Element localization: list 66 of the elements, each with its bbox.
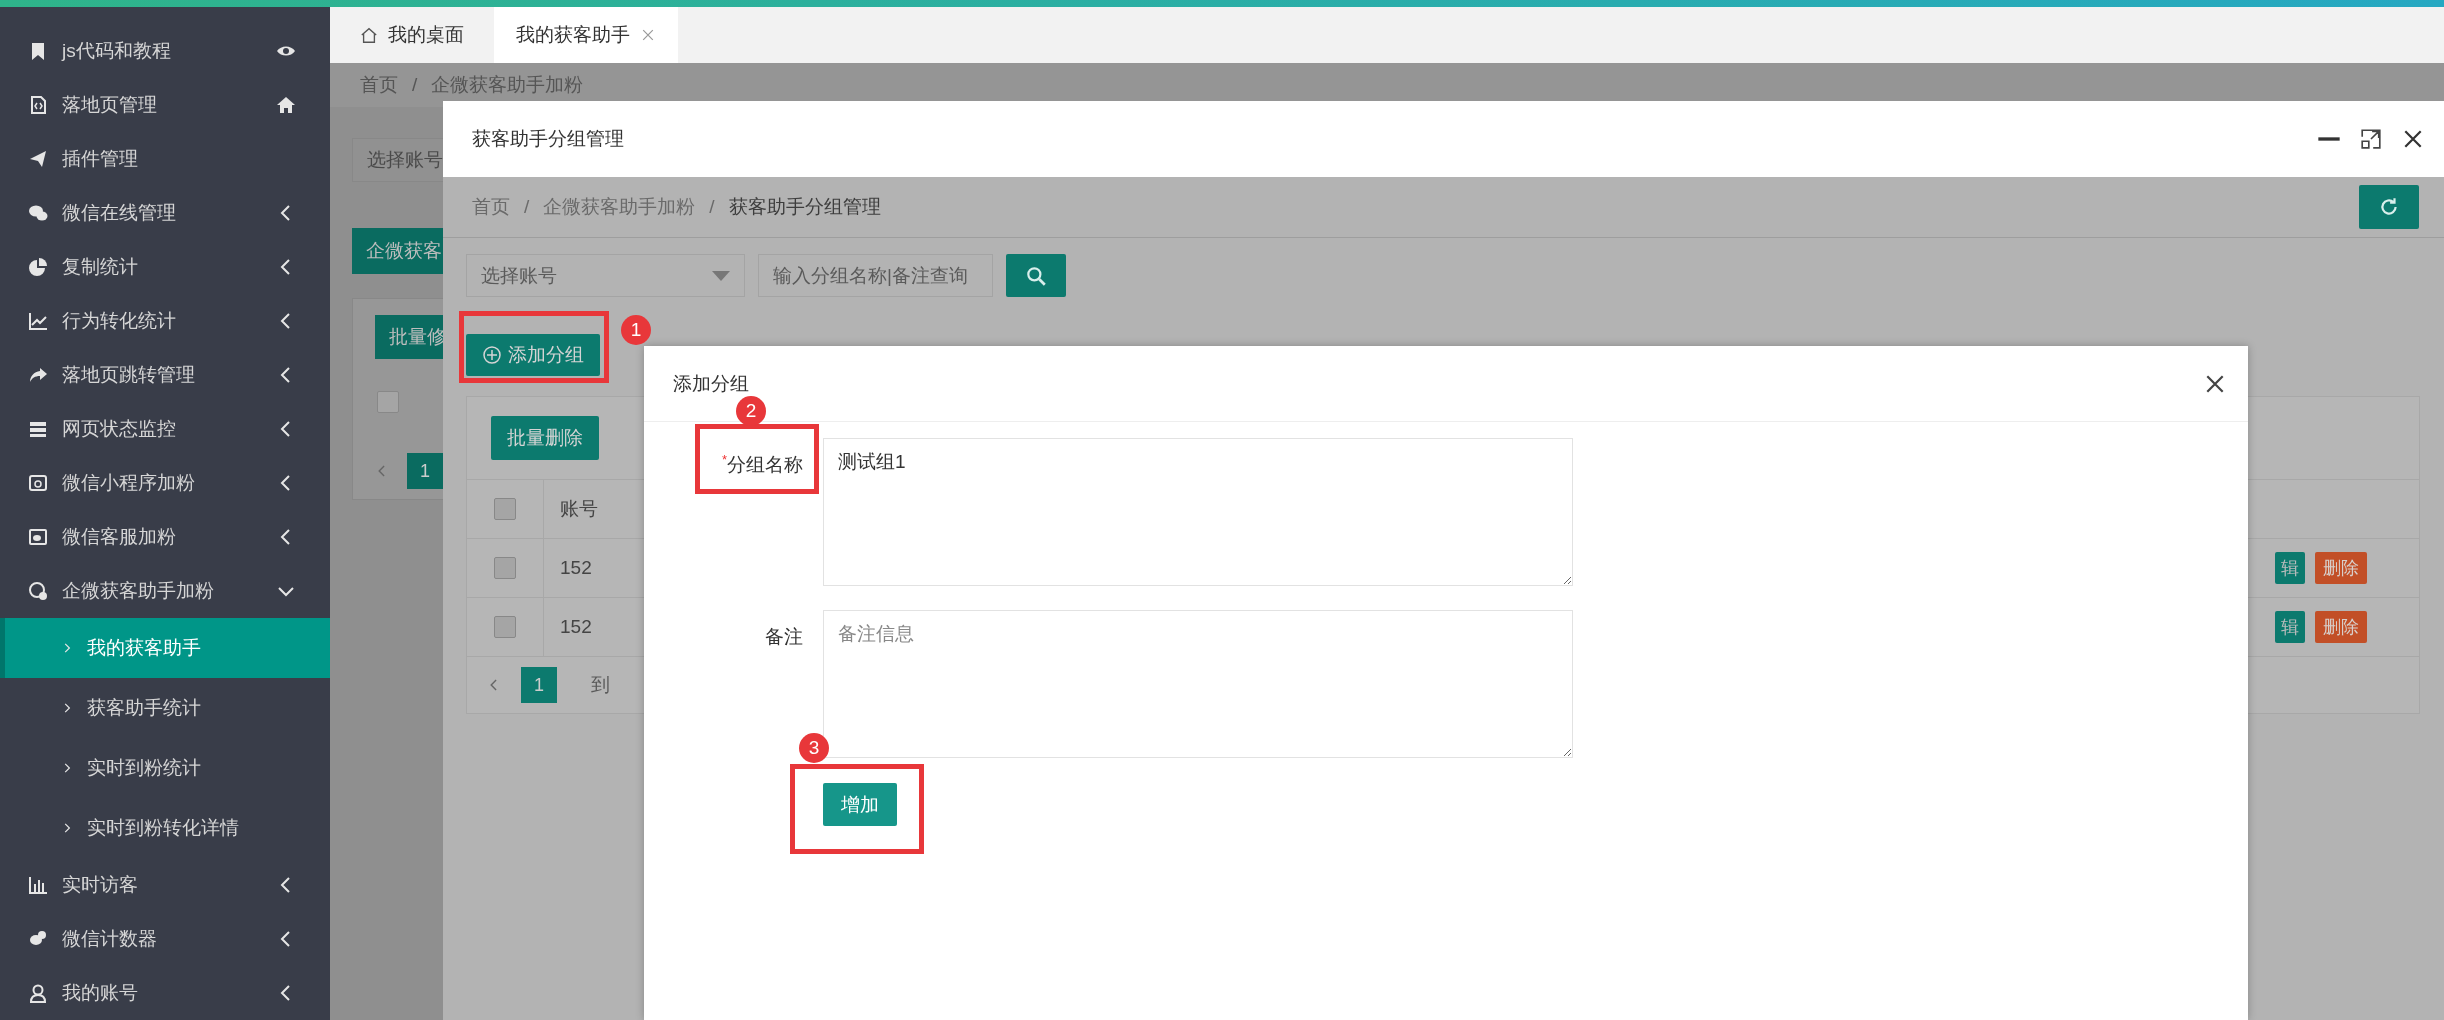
dropdown-caret-icon	[712, 270, 730, 281]
image-icon	[28, 527, 48, 547]
breadcrumb-link[interactable]: 获客助手分组管理	[728, 194, 881, 220]
sidebar-item[interactable]: 插件管理	[0, 132, 330, 186]
pie-chart-icon	[28, 257, 48, 277]
search-button[interactable]	[1006, 254, 1066, 297]
dialog-title: 获客助手分组管理	[472, 127, 625, 151]
sidebar-subitem[interactable]: 获客助手统计	[5, 678, 330, 738]
add-group-button[interactable]: 添加分组	[466, 334, 600, 376]
sidebar-item[interactable]: 微信计数器	[0, 912, 330, 966]
sidebar-item[interactable]: 微信小程序加粉	[0, 456, 330, 510]
user-icon	[28, 983, 48, 1003]
breadcrumb-separator: /	[412, 74, 418, 96]
sidebar-item[interactable]: 网页状态监控	[0, 402, 330, 456]
refresh-icon	[2378, 196, 2400, 218]
plus-circle-icon	[482, 345, 502, 365]
refresh-button[interactable]	[2359, 185, 2419, 229]
tab[interactable]: 我的桌面	[338, 7, 486, 63]
checkbox[interactable]	[494, 498, 516, 520]
sidebar-item[interactable]: 落地页管理	[0, 78, 330, 132]
server-icon	[28, 419, 48, 439]
maximize-button[interactable]	[2360, 128, 2382, 150]
sidebar-subitem[interactable]: 实时到粉统计	[5, 738, 330, 798]
field-label: 备注	[765, 625, 803, 649]
sidebar-item[interactable]: 我的账号	[0, 966, 330, 1020]
checkbox[interactable]	[494, 616, 516, 638]
sidebar-item[interactable]: 微信在线管理	[0, 186, 330, 240]
page-button[interactable]: 1	[407, 453, 443, 489]
sidebar-item[interactable]: 行为转化统计	[0, 294, 330, 348]
line-chart-icon	[28, 311, 48, 331]
text-area[interactable]: 测试组1	[823, 438, 1573, 586]
home-icon	[276, 95, 296, 115]
sidebar-item[interactable]: 实时访客	[0, 858, 330, 912]
document-icon	[28, 95, 48, 115]
paper-plane-icon	[28, 149, 48, 169]
batch-delete-button[interactable]: 批量删除	[491, 416, 599, 460]
table-cell: 152	[560, 616, 592, 637]
home-icon	[360, 26, 378, 44]
breadcrumb-separator: /	[709, 196, 715, 218]
sidebar-item[interactable]: 企微获客助手加粉	[0, 564, 330, 618]
search-field[interactable]: 输入分组名称|备注查询	[758, 254, 993, 297]
dialog-title: 添加分组	[673, 371, 750, 396]
sidebar-item[interactable]: 复制统计	[0, 240, 330, 294]
field-label: *分组名称	[721, 451, 803, 477]
close-icon	[640, 27, 656, 43]
tab[interactable]: 我的获客助手	[494, 7, 678, 63]
sidebar-item[interactable]: 落地页跳转管理	[0, 348, 330, 402]
close-icon	[2402, 128, 2424, 150]
close-button[interactable]	[2402, 128, 2424, 150]
window-icon	[28, 473, 48, 493]
chat-bubbles-icon	[28, 203, 48, 223]
minimize-icon	[2318, 137, 2340, 141]
maximize-icon	[2360, 128, 2382, 150]
sidebar-item[interactable]: js代码和教程	[0, 24, 330, 78]
column-header: 账号	[560, 498, 598, 519]
checkbox[interactable]	[494, 557, 516, 579]
breadcrumb-separator: /	[524, 196, 530, 218]
table-cell: 152	[560, 557, 592, 578]
checkbox[interactable]	[377, 391, 399, 413]
bar-chart-icon	[28, 875, 48, 895]
search-icon	[1025, 264, 1047, 287]
submit-button[interactable]: 增加	[823, 783, 897, 826]
text-area[interactable]: 备注信息	[823, 610, 1573, 758]
goto-label: 到	[591, 673, 610, 697]
sidebar-item[interactable]: 微信客服加粉	[0, 510, 330, 564]
sidebar-subitem[interactable]: 实时到粉转化详情	[5, 798, 330, 858]
